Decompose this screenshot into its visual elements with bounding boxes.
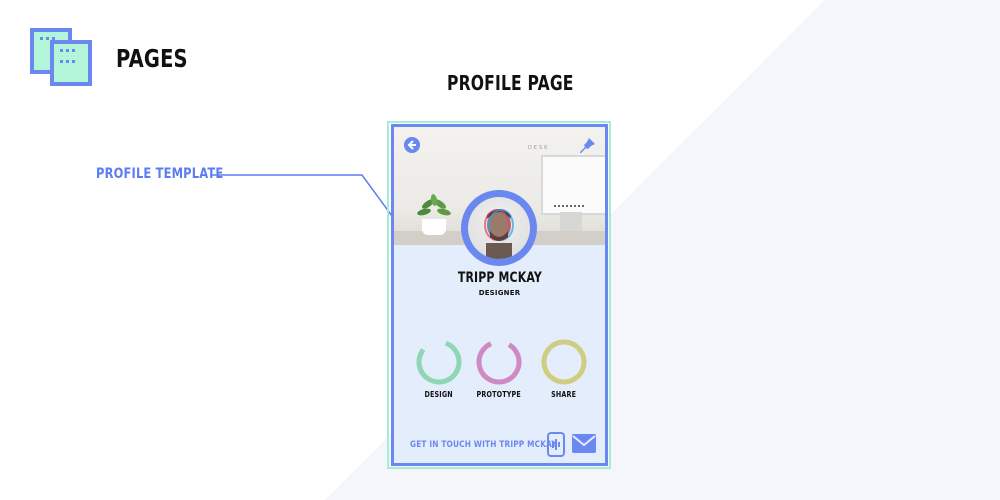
share-stat-ring — [541, 339, 587, 385]
plant-pot — [422, 219, 446, 235]
pin-icon[interactable] — [579, 137, 597, 155]
annotation-label: PROFILE TEMPLATE — [96, 166, 224, 182]
hero-text: DESK — [528, 145, 550, 151]
plant-graphic — [417, 194, 451, 216]
stat-label-prototype: PROTOTYPE — [476, 390, 522, 399]
phone-icon[interactable] — [547, 432, 565, 457]
decor-dots — [554, 205, 584, 210]
profile-role: DESIGNER — [478, 289, 521, 297]
design-stat-ring — [416, 339, 462, 385]
mail-icon[interactable] — [571, 433, 597, 454]
profile-name: TRIPP MCKAY — [457, 270, 542, 286]
pages-icon — [30, 28, 92, 86]
screen-title: PROFILE PAGE — [447, 71, 574, 95]
prototype-stat-ring — [476, 339, 522, 385]
monitor-stand — [560, 212, 582, 232]
avatar — [468, 197, 530, 259]
back-arrow-icon[interactable] — [404, 137, 420, 153]
profile-screen: DESK TRIPP MCKAY DESIGNER DESIGN PROTOTY… — [391, 124, 608, 466]
stat-label-share: SHARE — [551, 390, 577, 399]
section-title: PAGES — [116, 44, 188, 73]
avatar-ring — [461, 190, 537, 266]
